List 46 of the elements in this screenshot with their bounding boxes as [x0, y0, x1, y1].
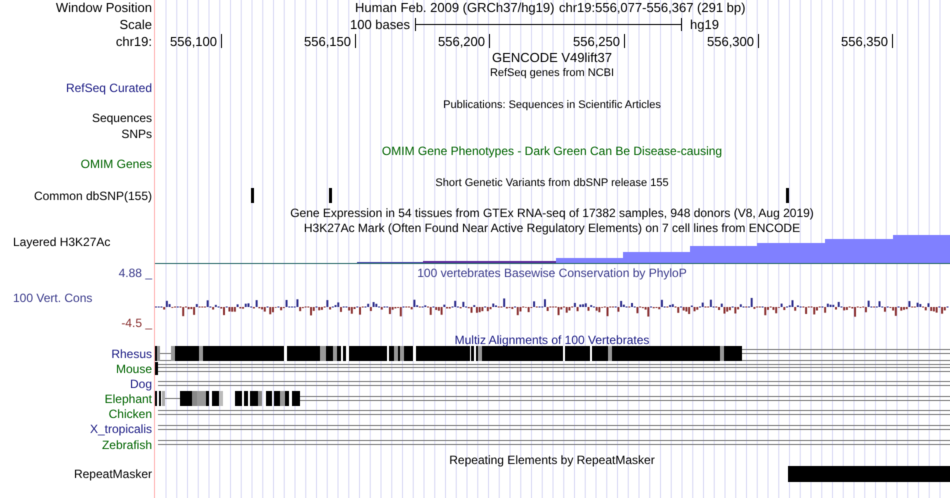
- ruler-label: 556,250: [573, 34, 620, 49]
- track-label: chr19:: [116, 34, 152, 49]
- track-label[interactable]: RefSeq Curated: [66, 81, 152, 95]
- track-label[interactable]: X_tropicalis: [90, 422, 152, 436]
- track-title: GENCODE V49lift37: [492, 50, 612, 65]
- track-title: Short Genetic Variants from dbSNP release 155: [435, 177, 669, 189]
- assembly-title: Human Feb. 2009 (GRCh37/hg19): [355, 0, 554, 15]
- track-label[interactable]: 100 Vert. Cons: [13, 291, 92, 305]
- ruler-tick: [221, 34, 222, 48]
- track-label[interactable]: Dog: [130, 377, 152, 391]
- track-label[interactable]: Rhesus: [111, 347, 152, 361]
- track-label[interactable]: OMIM Genes: [80, 157, 152, 171]
- track-label: Window Position: [56, 0, 152, 15]
- ruler-tick: [624, 34, 625, 48]
- axis-label: -4.5 _: [121, 316, 152, 330]
- track-label[interactable]: SNPs: [121, 127, 152, 141]
- ruler-label: 556,100: [170, 34, 217, 49]
- track-title: H3K27Ac Mark (Often Found Near Active Regulatory Elements) on 7 cell lines from ENCODE: [304, 221, 800, 235]
- track-label[interactable]: Mouse: [116, 362, 152, 376]
- track-label: Scale: [119, 17, 152, 32]
- track-label[interactable]: Sequences: [92, 111, 152, 125]
- ruler-label: 556,300: [707, 34, 754, 49]
- track-title: 100 vertebrates Basewise Conservation by PhyloP: [417, 266, 687, 280]
- scale-assembly: hg19: [690, 17, 719, 32]
- ruler-label: 556,350: [841, 34, 888, 49]
- ruler-tick: [758, 34, 759, 48]
- track-label[interactable]: Layered H3K27Ac: [13, 235, 110, 249]
- ruler-tick: [355, 34, 356, 48]
- track-label[interactable]: Elephant: [104, 392, 152, 406]
- track-title: Gene Expression in 54 tissues from GTEx RNA-seq of 17382 samples, 948 donors (V8, Aug 2019): [290, 206, 814, 220]
- track-title: OMIM Gene Phenotypes - Dark Green Can Be Disease-causing: [382, 144, 722, 158]
- ruler-tick: [892, 34, 893, 48]
- track-title: Multiz Alignments of 100 Vertebrates: [454, 333, 650, 347]
- ruler-tick: [489, 34, 490, 48]
- axis-label: 4.88 _: [118, 266, 152, 280]
- track-title: Publications: Sequences in Scientific Articles: [443, 99, 661, 111]
- scale-text: 100 bases: [350, 17, 410, 32]
- track-title: RefSeq genes from NCBI: [490, 67, 614, 79]
- track-label[interactable]: Chicken: [108, 407, 152, 421]
- track-label[interactable]: Common dbSNP(155): [34, 189, 152, 203]
- track-title: Repeating Elements by RepeatMasker: [449, 453, 655, 467]
- position-text: chr19:556,077-556,367 (291 bp): [559, 0, 746, 15]
- track-label[interactable]: RepeatMasker: [74, 467, 152, 481]
- track-label[interactable]: Zebrafish: [102, 438, 152, 452]
- ruler-label: 556,200: [438, 34, 485, 49]
- ruler-label: 556,150: [304, 34, 351, 49]
